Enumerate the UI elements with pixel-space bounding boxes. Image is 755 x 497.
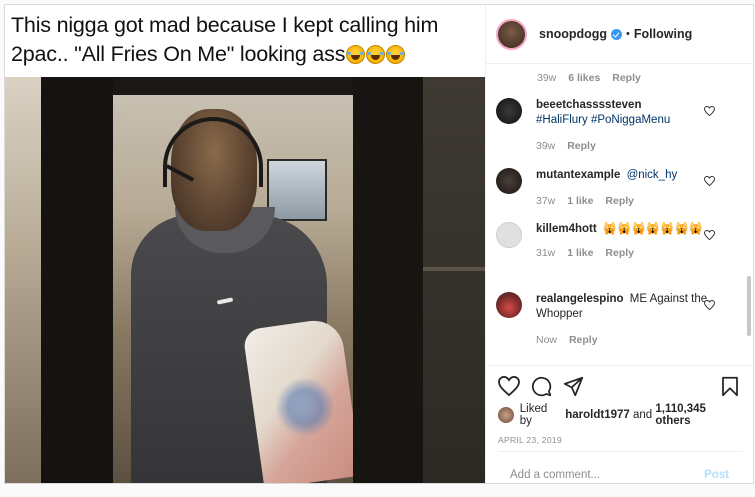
comment-body: killem4hott 🙀🙀🙀🙀🙀🙀🙀 <box>536 222 712 237</box>
like-comment-heart-icon[interactable] <box>704 106 715 116</box>
menu-board <box>267 159 327 221</box>
share-icon[interactable] <box>563 376 584 397</box>
laughing-emoji-icon <box>346 45 366 64</box>
post-comment-button[interactable]: Post <box>704 469 729 481</box>
reply-button[interactable]: Reply <box>612 72 641 84</box>
comment-time: Now <box>536 334 558 346</box>
commenter-avatar[interactable] <box>496 292 522 318</box>
verified-badge-icon <box>611 28 623 40</box>
window-pane-left <box>5 77 45 483</box>
post-side-panel: snoopdogg • Following 39w 6 likes Reply … <box>485 5 753 483</box>
laughing-emoji-icon <box>386 45 406 64</box>
following-button[interactable]: Following <box>634 27 692 41</box>
like-comment-heart-icon[interactable] <box>704 230 715 240</box>
caption-line-2-text: 2pac.. "All Fries On Me" looking ass <box>11 42 346 66</box>
comment-item: killem4hott 🙀🙀🙀🙀🙀🙀🙀 31w 1 like Reply <box>496 222 715 259</box>
commenter-avatar-default[interactable] <box>496 222 522 248</box>
post-photo <box>5 77 485 483</box>
comment-likes[interactable]: 6 likes <box>568 72 600 84</box>
likes-and: and <box>632 409 653 421</box>
comment-body: beeetchassssteven #HaliFlury #PoNiggaMenu <box>536 98 712 128</box>
comment-item: mutantexample @nick_hy 37w 1 like Reply <box>496 168 715 207</box>
window-pane-right <box>423 77 485 483</box>
shelf <box>423 267 485 271</box>
comment-meta: 31w 1 like Reply <box>536 247 712 259</box>
reply-button[interactable]: Reply <box>605 195 634 207</box>
caption-line-1: This nigga got mad because I kept callin… <box>11 13 439 37</box>
comment-time: 37w <box>536 195 556 207</box>
action-icons <box>498 374 743 398</box>
instagram-post: This nigga got mad because I kept callin… <box>4 4 754 484</box>
bag-logo <box>275 377 335 437</box>
commenter-username[interactable]: killem4hott <box>536 223 597 235</box>
comment-content: mutantexample @nick_hy 37w 1 like Reply <box>536 168 712 207</box>
commenter-username[interactable]: beeetchassssteven <box>536 99 641 111</box>
reply-button[interactable]: Reply <box>605 247 634 259</box>
comment-meta: Now Reply <box>536 334 712 346</box>
comment-item: beeetchassssteven #HaliFlury #PoNiggaMenu… <box>496 98 715 152</box>
comment-time: 39w <box>537 72 557 84</box>
likes-count[interactable]: 1,110,345 others <box>655 403 743 427</box>
author-username[interactable]: snoopdogg <box>539 27 607 41</box>
reply-button[interactable]: Reply <box>569 334 598 346</box>
comment-text[interactable]: #HaliFlury #PoNiggaMenu <box>536 114 670 126</box>
laughing-emoji-icon <box>366 45 386 64</box>
comment-time: 31w <box>536 247 556 259</box>
comment-item: realangelespino ME Against the Whopper N… <box>496 292 715 346</box>
comments-scrollbar[interactable] <box>747 276 751 336</box>
commenter-avatar[interactable] <box>496 168 522 194</box>
comment-meta: 37w 1 like Reply <box>536 195 712 207</box>
comment-text[interactable]: @nick_hy <box>627 169 678 181</box>
post-actions: Liked by haroldt1977 and 1,110,345 other… <box>486 365 753 483</box>
comment-icon[interactable] <box>531 376 552 397</box>
comment-time: 39w <box>536 140 556 152</box>
reply-button[interactable]: Reply <box>567 140 596 152</box>
comment-content: beeetchassssteven #HaliFlury #PoNiggaMenu… <box>536 98 712 152</box>
window-frame-left <box>41 77 113 483</box>
like-comment-heart-icon[interactable] <box>704 300 715 310</box>
comment-likes[interactable]: 1 like <box>567 195 593 207</box>
likes-prefix: Liked by <box>519 403 548 427</box>
comment-meta: 39w Reply <box>536 140 712 152</box>
post-date[interactable]: APRIL 23, 2019 <box>498 435 743 445</box>
comment-meta-top: 39w 6 likes Reply <box>537 72 650 84</box>
window-frame-right <box>353 77 423 483</box>
comments-list[interactable]: 39w 6 likes Reply beeetchassssteven #Hali… <box>486 64 753 365</box>
meme-caption: This nigga got mad because I kept callin… <box>5 5 485 77</box>
like-comment-heart-icon[interactable] <box>704 176 715 186</box>
author-avatar[interactable] <box>496 18 527 50</box>
comment-text: 🙀🙀🙀🙀🙀🙀🙀 <box>602 223 704 235</box>
liker-avatar[interactable] <box>498 407 514 423</box>
heart-icon[interactable] <box>498 376 520 396</box>
comment-body: mutantexample @nick_hy <box>536 168 712 183</box>
add-comment-input[interactable] <box>510 468 705 481</box>
liker-username[interactable]: haroldt1977 <box>565 409 630 421</box>
post-header: snoopdogg • Following <box>486 5 753 64</box>
commenter-username[interactable]: mutantexample <box>536 169 620 181</box>
commenter-username[interactable]: realangelespino <box>536 293 624 305</box>
bookmark-icon[interactable] <box>721 376 739 397</box>
comment-content: realangelespino ME Against the Whopper N… <box>536 292 712 346</box>
add-comment-bar: Post <box>498 451 743 497</box>
comment-content: killem4hott 🙀🙀🙀🙀🙀🙀🙀 31w 1 like Reply <box>536 222 712 259</box>
comment-likes[interactable]: 1 like <box>567 247 593 259</box>
caption-line-2: 2pac.. "All Fries On Me" looking ass <box>11 40 477 69</box>
likes-summary: Liked by haroldt1977 and 1,110,345 other… <box>498 403 743 427</box>
commenter-avatar[interactable] <box>496 98 522 124</box>
comment-body: realangelespino ME Against the Whopper <box>536 292 712 322</box>
post-media[interactable]: This nigga got mad because I kept callin… <box>5 5 485 483</box>
separator-dot: • <box>626 28 630 40</box>
